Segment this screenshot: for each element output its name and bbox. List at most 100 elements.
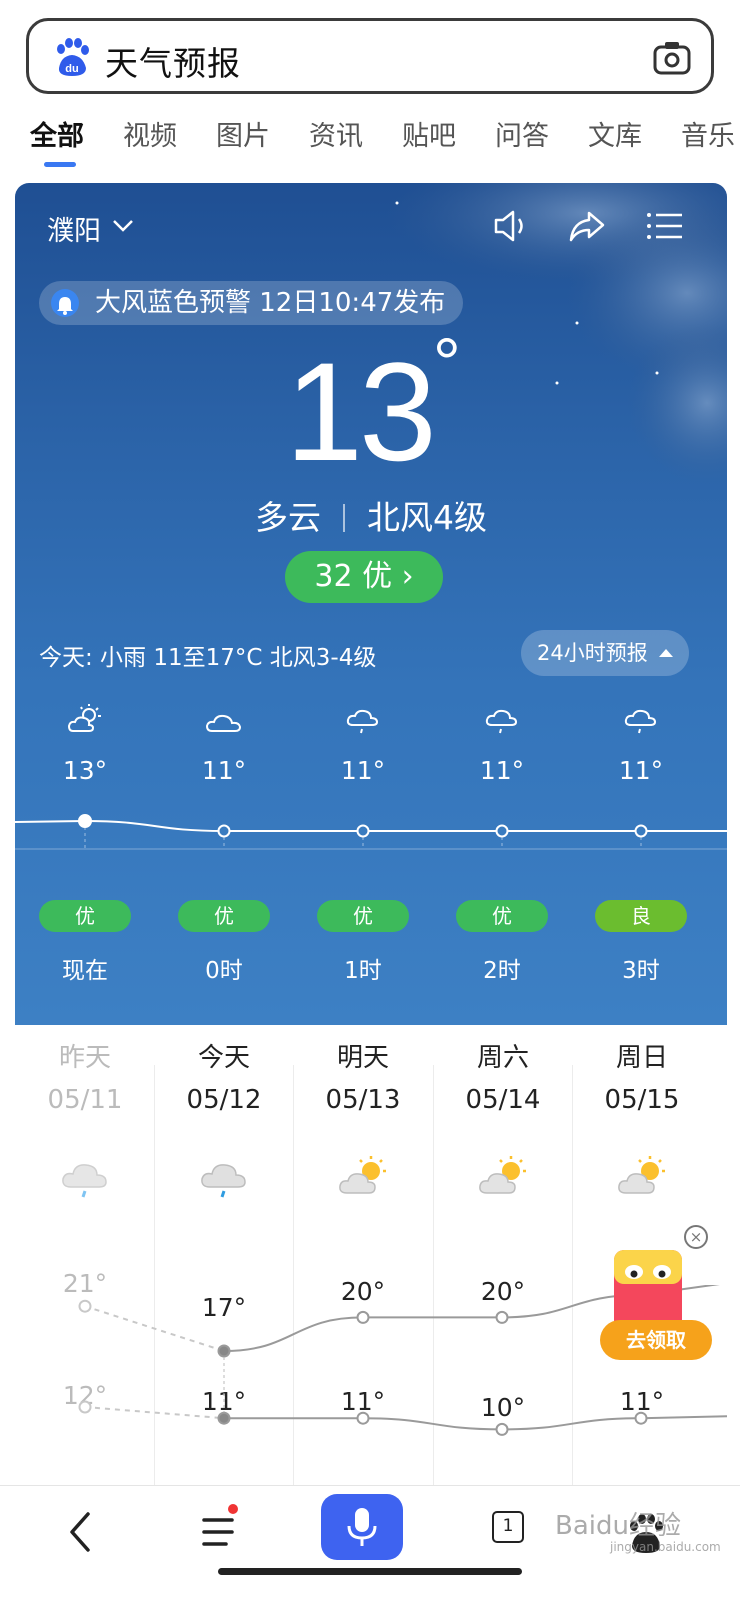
hour-label: 1时 [344,958,382,984]
aqi-badge: 优 [456,900,548,932]
hourly-temperature-line [15,814,727,850]
hour-temp: 11° [201,756,247,785]
hour-temp-point [356,824,370,838]
chevron-down-icon[interactable] [112,219,134,233]
tab-tieba[interactable]: 贴吧 [402,114,456,153]
aqi-value: 32 优 [314,559,393,594]
weather-alert[interactable]: 大风蓝色预警 12日10:47发布 [39,281,464,325]
aqi-badge: 优 [178,900,270,932]
high-temp-past-line [84,1305,225,1352]
speaker-icon[interactable] [491,207,531,245]
low-temp-point [634,1411,648,1425]
light-rain-icon [201,1164,246,1198]
hour-temp: 11° [618,756,664,785]
low-temp-line [224,1415,727,1431]
active-tab-indicator [44,162,76,167]
city-name[interactable]: 濮阳 [47,209,101,248]
wind-text: 北风4级 [367,498,487,537]
tab-images[interactable]: 图片 [216,114,270,153]
tab-news[interactable]: 资讯 [309,114,363,153]
day-date: 05/15 [604,1085,680,1115]
day-name: 周日 [615,1043,668,1073]
search-bar[interactable]: du 天气预报 [26,18,714,94]
day-name: 周六 [476,1043,529,1073]
tab-all[interactable]: 全部 [30,114,84,153]
hour-temp: 11° [340,756,386,785]
feed-menu-icon[interactable] [196,1508,244,1556]
tab-music[interactable]: 音乐 [681,114,735,153]
hour-label: 0时 [205,958,243,984]
partly-cloudy-icon [339,1156,386,1194]
aqi-button[interactable]: 32 优 › [285,551,443,603]
day-name: 今天 [197,1043,250,1073]
hour-label: 现在 [62,958,108,984]
high-temp-point [217,1344,231,1358]
search-query[interactable]: 天气预报 [105,37,241,85]
light-rain-icon [485,709,518,734]
hour-temp-point [495,824,509,838]
triangle-up-icon [659,649,673,657]
current-temperature: 13° [285,324,461,490]
tab-video[interactable]: 视频 [123,114,177,153]
search-tabs: 全部 视频 图片 资讯 贴吧 问答 文库 音乐 [0,110,740,170]
notification-dot [228,1504,238,1514]
low-temp-point [78,1400,92,1414]
chevron-right-icon: › [401,559,414,594]
alert-text: 大风蓝色预警 12日10:47发布 [95,288,446,318]
hour-temp: 11° [479,756,525,785]
back-arrow-icon[interactable] [58,1508,106,1556]
partly-cloudy-icon [67,704,101,732]
aqi-badge: 优 [317,900,409,932]
condition-text: 多云 [255,498,321,537]
hour-temp-point [78,814,92,828]
light-rain-icon [624,709,657,734]
cloudy-icon [205,714,242,732]
home-indicator[interactable] [218,1568,522,1575]
aqi-badge: 优 [39,900,131,932]
voice-search-button[interactable] [321,1494,403,1560]
svg-text:du: du [65,63,78,75]
tab-library[interactable]: 文库 [588,114,642,153]
share-icon[interactable] [567,207,607,245]
low-temp-point [495,1422,509,1436]
partly-cloudy-icon [618,1156,665,1194]
day-date: 05/12 [186,1085,262,1115]
day-date: 05/14 [465,1085,541,1115]
tabs-count-button[interactable]: 1 [492,1511,524,1543]
weather-card: 濮阳 大风蓝色预警 12日10:47发布 13° 多云 北风4级 32 优 › 今… [15,183,727,1025]
forecast-24h-label: 24小时预报 [537,641,648,665]
current-condition: 多云 北风4级 [15,491,727,539]
watermark: Baidu经验 [555,1511,681,1541]
hour-temp: 13° [62,756,108,785]
degree-symbol: ° [432,324,461,402]
partly-cloudy-icon [479,1156,526,1194]
camera-icon[interactable] [653,41,691,75]
today-summary: 今天: 小雨 11至17°C 北风3-4级 [39,645,377,671]
low-temp-point [356,1411,370,1425]
baidu-paw-logo[interactable]: du [53,38,91,78]
hour-label: 2时 [483,958,521,984]
forecast-24h-button[interactable]: 24小时预报 [521,630,689,676]
high-temp-point [78,1299,92,1313]
hour-temp-point [217,824,231,838]
divider [343,504,345,532]
promo-claim-button[interactable]: 去领取 [600,1320,712,1360]
microphone-icon [347,1508,377,1546]
aqi-badge: 良 [595,900,687,932]
promo-close-button[interactable]: × [684,1225,708,1249]
day-name: 明天 [336,1043,389,1073]
day-name: 昨天 [58,1043,111,1073]
hour-temp-point [634,824,648,838]
high-temp-point [495,1310,509,1324]
bell-icon [51,289,79,317]
day-date: 05/13 [325,1085,401,1115]
day-date: 05/11 [47,1085,123,1115]
low-temp-past-line [84,1406,225,1420]
light-rain-icon [62,1164,107,1198]
tab-qa[interactable]: 问答 [495,114,549,153]
menu-icon[interactable] [645,207,685,245]
hourly-temp-line [15,819,727,832]
light-rain-icon [346,709,379,734]
low-temp-point [217,1411,231,1425]
high-temp-point [356,1310,370,1324]
